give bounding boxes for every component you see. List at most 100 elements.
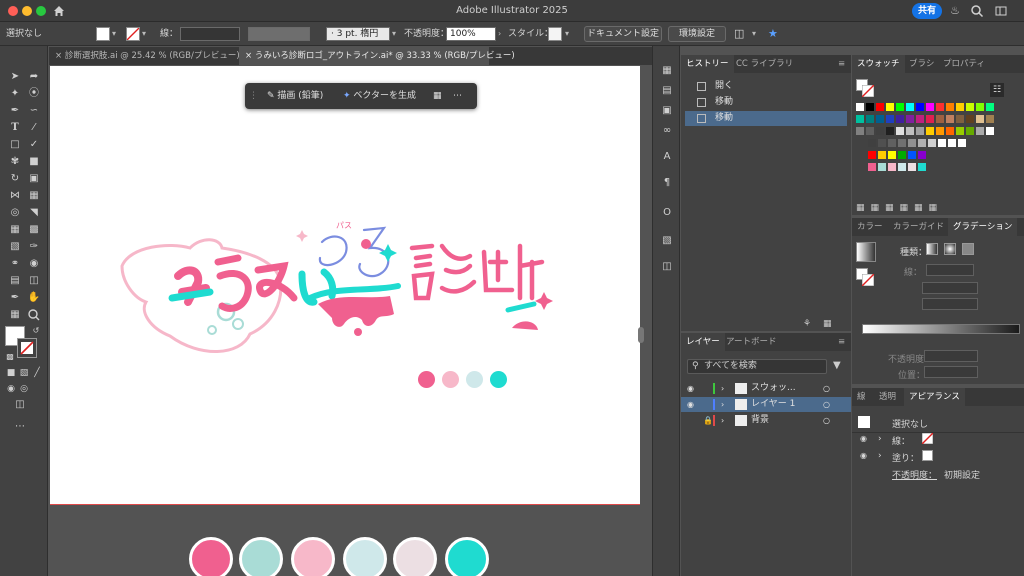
stroke-gradient-options[interactable]	[926, 264, 974, 276]
curvature-tool-icon[interactable]: ∽	[26, 104, 42, 118]
color-swatch[interactable]	[956, 115, 964, 123]
color-swatch[interactable]	[866, 103, 874, 111]
graph-tool-icon[interactable]: ▤	[7, 274, 23, 288]
appearance-opacity-label[interactable]: 不透明度：	[892, 468, 937, 481]
color-swatch[interactable]	[926, 115, 934, 123]
blend-tool-icon[interactable]: ⚭	[7, 257, 23, 271]
gradient-aspect-field[interactable]	[922, 298, 978, 310]
color-swatch[interactable]	[946, 103, 954, 111]
gradient-angle-field[interactable]	[922, 282, 978, 294]
drag-handle-icon[interactable]: ⋮	[249, 89, 258, 103]
color-swatch[interactable]	[878, 139, 886, 147]
live-paint-icon[interactable]: ◥	[26, 206, 42, 220]
bell-icon[interactable]: ♨	[948, 4, 962, 18]
character-panel-icon[interactable]: A	[660, 150, 674, 164]
target-circle-icon[interactable]: ○	[823, 381, 830, 396]
perspective-grid-icon[interactable]: ▦	[7, 223, 23, 237]
logo-artwork[interactable]: パス	[50, 66, 640, 504]
color-swatch[interactable]	[896, 127, 904, 135]
color-swatch[interactable]	[946, 127, 954, 135]
pathfinder-panel-icon[interactable]: ▣	[660, 104, 674, 118]
color-swatch[interactable]	[896, 103, 904, 111]
radial-gradient-button[interactable]	[944, 243, 956, 255]
tab-gradient[interactable]: グラデーション	[948, 218, 1018, 236]
share-button[interactable]: 共有	[912, 3, 942, 19]
new-snapshot-icon[interactable]: ⚘	[803, 319, 811, 329]
color-swatch[interactable]	[966, 127, 974, 135]
artboard-tool-icon[interactable]: ◫	[26, 274, 42, 288]
stroke-none-swatch[interactable]	[862, 85, 874, 97]
color-swatch[interactable]	[908, 163, 916, 171]
draw-pencil-button[interactable]: ✎ 描画 (鉛筆)	[267, 89, 323, 103]
chevron-right-icon[interactable]: ›	[721, 413, 724, 428]
color-swatch[interactable]	[856, 103, 864, 111]
free-transform-icon[interactable]: ▦	[26, 189, 42, 203]
color-dot-pink[interactable]	[418, 371, 435, 388]
linear-gradient-button[interactable]	[926, 243, 938, 255]
color-swatch[interactable]	[898, 139, 906, 147]
tab-properties[interactable]: プロパティ	[938, 55, 990, 73]
selection-tool-icon[interactable]: ➤	[7, 70, 23, 84]
variable-width-profile[interactable]	[248, 27, 310, 41]
tab-document-1[interactable]: × 診断選択肢.ai @ 25.42 % (RGB/プレビュー)	[49, 47, 240, 65]
magic-wand-icon[interactable]: ✦	[7, 87, 23, 101]
color-swatch[interactable]	[936, 115, 944, 123]
color-swatch[interactable]	[926, 103, 934, 111]
color-swatch[interactable]	[868, 139, 876, 147]
color-swatch[interactable]	[986, 127, 994, 135]
palette-circle-mint[interactable]	[239, 537, 283, 576]
glyphs-panel-icon[interactable]: ▧	[660, 234, 674, 248]
image-icon[interactable]: ▦	[433, 89, 442, 103]
palette-circle-light-pink[interactable]	[291, 537, 335, 576]
color-swatch[interactable]	[876, 115, 884, 123]
color-swatch[interactable]	[918, 151, 926, 159]
zoom-tool-icon[interactable]	[26, 308, 42, 322]
preferences-button[interactable]: 環境設定	[668, 26, 726, 42]
tab-document-2[interactable]: × うみいろ診断ロゴ_アウトライン.ai* @ 33.33 % (RGB/プレビ…	[239, 47, 515, 65]
target-circle-icon[interactable]: ○	[823, 397, 830, 412]
align-panel-icon[interactable]: ▤	[660, 84, 674, 98]
asset-export-icon[interactable]: ◫	[660, 260, 674, 274]
artboard[interactable]: パス	[50, 66, 640, 504]
tab-color-guide[interactable]: カラーガイド	[888, 218, 949, 236]
target-circle-icon[interactable]: ○	[823, 413, 830, 428]
color-swatch[interactable]	[866, 127, 874, 135]
scale-tool-icon[interactable]: ▣	[26, 172, 42, 186]
color-swatch[interactable]	[888, 139, 896, 147]
chevron-down-icon[interactable]: ▾	[752, 27, 756, 41]
color-swatch[interactable]	[886, 103, 894, 111]
color-swatch[interactable]	[906, 115, 914, 123]
color-swatch[interactable]	[886, 127, 894, 135]
gradient-preview[interactable]	[856, 242, 876, 262]
color-swatch[interactable]	[936, 127, 944, 135]
stroke-none-swatch[interactable]	[862, 274, 874, 286]
stroke-none-swatch[interactable]	[922, 433, 933, 444]
more-options-icon[interactable]: ⋯	[453, 89, 462, 103]
color-swatch[interactable]	[908, 151, 916, 159]
color-swatch[interactable]	[908, 139, 916, 147]
width-tool-icon[interactable]: ⋈	[7, 189, 23, 203]
tab-brushes[interactable]: ブラシ	[904, 55, 939, 73]
color-swatch[interactable]	[976, 127, 984, 135]
tab-stroke[interactable]: 線	[852, 388, 871, 406]
swap-fill-stroke-icon[interactable]: ↺	[28, 324, 44, 338]
chevron-right-icon[interactable]: ›	[721, 381, 724, 396]
color-swatch[interactable]	[906, 103, 914, 111]
visibility-eye-icon[interactable]: ◉	[687, 397, 694, 412]
color-swatch[interactable]	[866, 115, 874, 123]
gradient-slider[interactable]	[862, 324, 1020, 334]
type-tool-icon[interactable]: T	[7, 121, 23, 135]
color-swatch[interactable]	[926, 127, 934, 135]
color-swatch[interactable]	[918, 163, 926, 171]
chevron-right-icon[interactable]: ›	[878, 451, 882, 461]
canvas[interactable]: パス ⋮ ✎ 描画 (鉛筆) ✦ ベクターを生成 ▦ ⋯	[49, 65, 652, 576]
palette-circle-pale-pink[interactable]	[393, 537, 437, 576]
fill-swatch[interactable]	[922, 450, 933, 461]
color-swatch[interactable]	[928, 139, 936, 147]
chevron-right-icon[interactable]: ›	[721, 397, 724, 412]
palette-circle-pink[interactable]	[189, 537, 233, 576]
color-swatch[interactable]	[948, 139, 956, 147]
color-swatch[interactable]	[966, 103, 974, 111]
document-setup-button[interactable]: ドキュメント設定	[584, 26, 662, 42]
draw-behind-icon[interactable]: ◎	[16, 382, 32, 396]
